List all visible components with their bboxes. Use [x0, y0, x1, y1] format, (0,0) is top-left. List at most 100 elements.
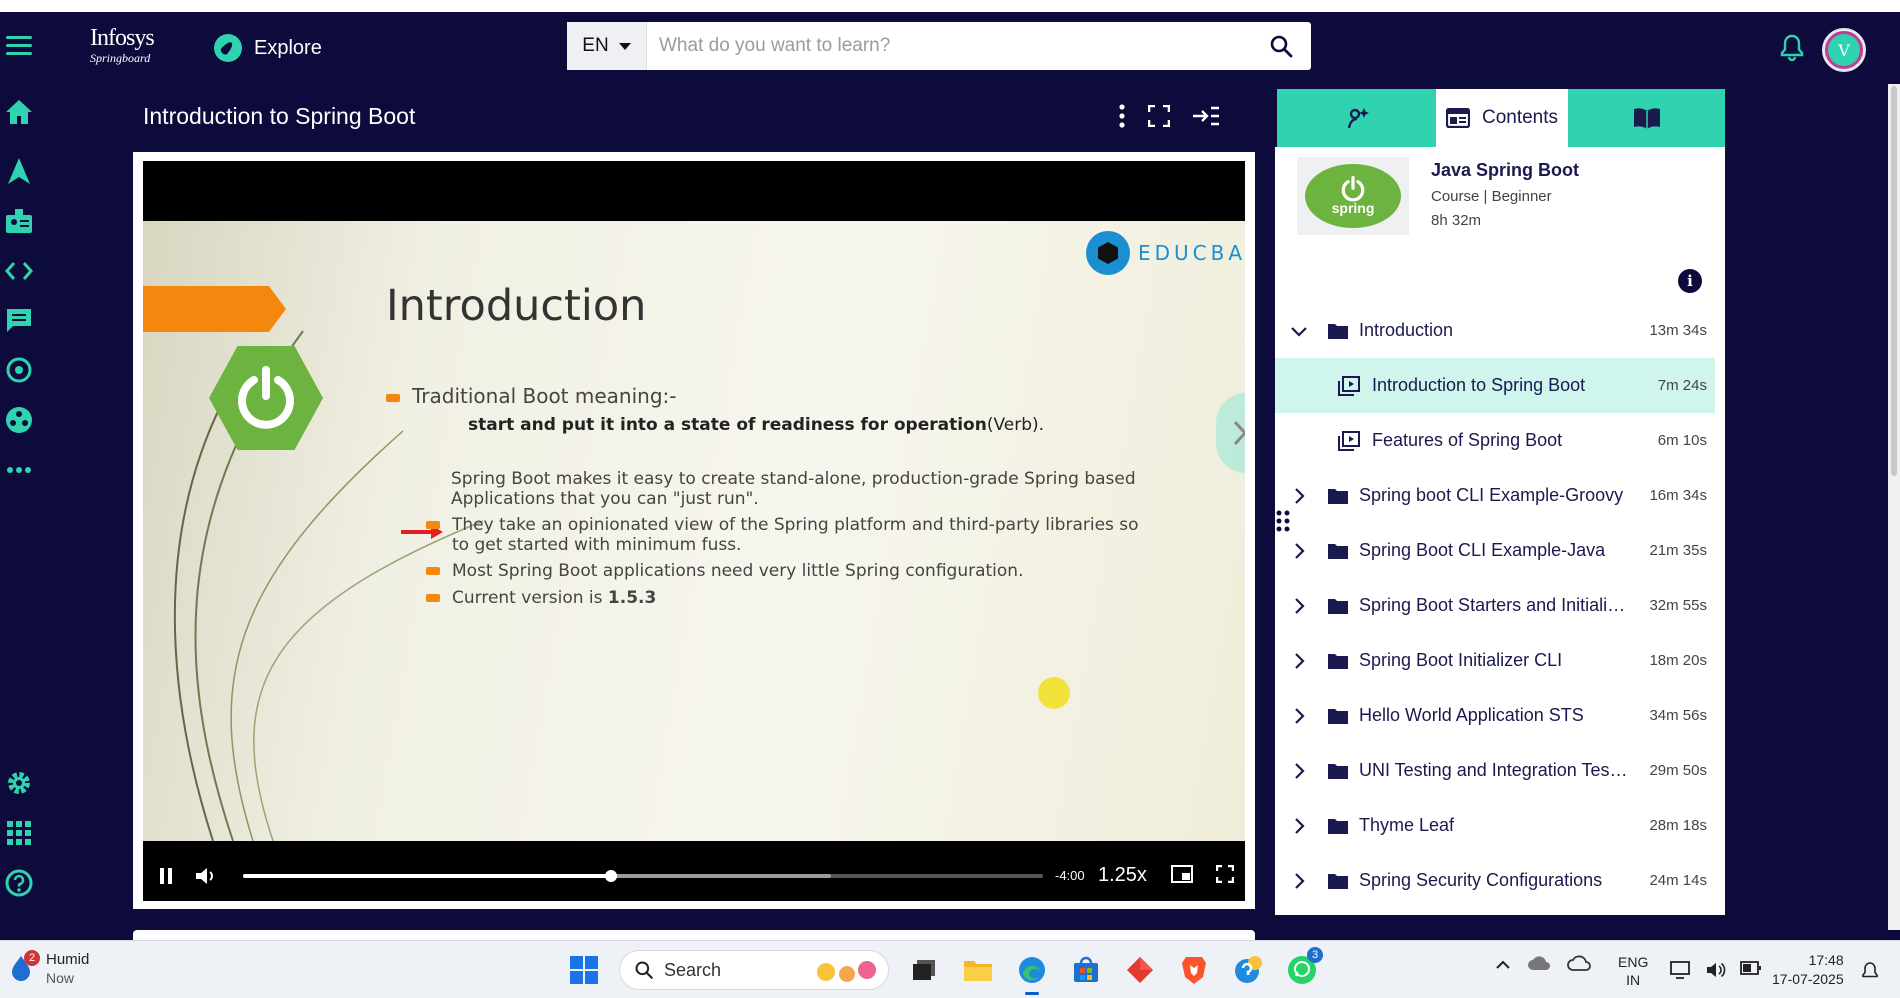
section-item[interactable]: Introduction 13m 34s: [1275, 303, 1715, 358]
tab-ai[interactable]: [1277, 89, 1436, 147]
community-icon[interactable]: [4, 405, 34, 435]
weather-sub: Now: [46, 970, 75, 986]
badge-icon[interactable]: [4, 206, 34, 236]
line2-bold: start and put it into a state of readine…: [468, 415, 987, 435]
section-item[interactable]: Spring Boot Initializer CLI 18m 20s: [1275, 633, 1715, 688]
line4b-text: to get started with minimum fuss.: [452, 535, 742, 555]
title-toolbar: [1118, 104, 1220, 133]
drag-handle-icon[interactable]: [1276, 510, 1290, 537]
section-item[interactable]: Thyme Leaf 28m 18s: [1275, 798, 1715, 853]
tab-notes[interactable]: [1568, 89, 1725, 147]
section-item[interactable]: UNI Testing and Integration Testi... 29m …: [1275, 743, 1715, 798]
chevron-right-icon[interactable]: [1289, 596, 1309, 616]
pause-icon[interactable]: [159, 867, 173, 890]
avatar[interactable]: V: [1822, 28, 1866, 72]
home-icon[interactable]: [4, 97, 34, 127]
windows-start-icon[interactable]: [565, 951, 603, 989]
taskbar-search[interactable]: Search: [619, 950, 889, 990]
language-select[interactable]: EN: [567, 22, 647, 70]
explore-label: Explore: [254, 36, 322, 59]
gear-icon[interactable]: [4, 768, 34, 798]
system-tray: [1495, 955, 1591, 976]
task-view-icon[interactable]: [905, 951, 943, 989]
help-app-icon[interactable]: [1229, 951, 1267, 989]
file-explorer-icon[interactable]: [959, 951, 997, 989]
target-icon[interactable]: [4, 355, 34, 385]
chat-icon[interactable]: [4, 305, 34, 335]
slide-line-4: They take an opinionated view of the Spr…: [426, 515, 1139, 555]
red-diamond-app-icon[interactable]: [1121, 951, 1159, 989]
brave-browser-icon[interactable]: [1175, 951, 1213, 989]
item-label: Features of Spring Boot: [1372, 430, 1563, 450]
video-lesson-icon: [1338, 376, 1360, 396]
spring-logo: spring: [1305, 164, 1401, 228]
seek-handle[interactable]: [605, 870, 617, 882]
chevron-right-icon[interactable]: [1289, 816, 1309, 836]
code-icon[interactable]: [4, 256, 34, 286]
right-panel-tabs: Contents: [1277, 89, 1725, 147]
chevron-right-icon[interactable]: [1289, 541, 1309, 561]
more-icon[interactable]: [4, 455, 34, 485]
slide-line-2: start and put it into a state of readine…: [468, 415, 1044, 435]
clock[interactable]: 17:48 17-07-2025: [1772, 951, 1844, 989]
apps-grid-icon[interactable]: [4, 818, 34, 848]
onedrive-icon[interactable]: [1567, 955, 1591, 976]
scrollbar-thumb[interactable]: [1891, 86, 1897, 476]
video-fullscreen-icon[interactable]: [1215, 864, 1235, 888]
folder-icon: [1328, 654, 1348, 669]
course-title: Java Spring Boot: [1431, 160, 1580, 180]
chevron-right-icon[interactable]: [1289, 651, 1309, 671]
weather-title: Humid: [46, 951, 90, 968]
section-item[interactable]: Spring boot CLI Example-Groovy 16m 34s: [1275, 468, 1715, 523]
search-button[interactable]: [1251, 22, 1311, 70]
input-language[interactable]: ENG IN: [1618, 953, 1648, 989]
content-below-video: [133, 930, 1255, 940]
section-item[interactable]: Spring Boot CLI Example-Java 21m 35s: [1275, 523, 1715, 578]
whatsapp-icon[interactable]: 3: [1283, 947, 1323, 989]
item-label: Spring Boot CLI Example-Java: [1359, 540, 1606, 560]
info-icon[interactable]: i: [1678, 269, 1702, 293]
page-scrollbar[interactable]: [1888, 84, 1900, 930]
navigate-icon[interactable]: [4, 156, 34, 186]
seek-bar[interactable]: [243, 870, 1043, 882]
tray-status-icons[interactable]: [1670, 961, 1762, 984]
volume-icon[interactable]: [195, 866, 217, 891]
video-player[interactable]: Introduction EDUCBA Traditional Boot mea…: [143, 161, 1245, 901]
folder-icon: [1328, 764, 1348, 779]
chevron-right-icon[interactable]: [1289, 761, 1309, 781]
chevron-right-icon[interactable]: [1289, 486, 1309, 506]
clock-time: 17:48: [1808, 952, 1844, 968]
chevron-up-icon[interactable]: [1495, 957, 1511, 975]
chevron-right-icon[interactable]: [1289, 871, 1309, 891]
notifications-button[interactable]: [1780, 34, 1804, 67]
educba-logo: EDUCBA: [1086, 231, 1245, 275]
store-icon[interactable]: [1067, 951, 1105, 989]
help-icon[interactable]: [4, 868, 34, 898]
lesson-item[interactable]: Features of Spring Boot 6m 10s: [1275, 413, 1715, 468]
section-item[interactable]: Spring Boot Starters and Initializ... 32m…: [1275, 578, 1715, 633]
chevron-down-icon[interactable]: [1289, 321, 1309, 341]
collapse-panel-icon[interactable]: [1192, 106, 1220, 131]
educba-badge-icon: [1086, 231, 1130, 275]
tab-contents[interactable]: Contents: [1436, 89, 1568, 147]
explore-link[interactable]: Explore: [214, 34, 322, 62]
chevron-right-icon[interactable]: [1289, 706, 1309, 726]
picture-in-picture-icon[interactable]: [1171, 865, 1193, 888]
kebab-menu-icon[interactable]: [1118, 104, 1126, 133]
lesson-item[interactable]: Introduction to Spring Boot 7m 24s: [1275, 358, 1715, 413]
menu-icon[interactable]: [6, 36, 32, 56]
infosys-springboard-logo[interactable]: Infosys Springboard: [90, 26, 155, 64]
edge-browser-icon[interactable]: [1013, 951, 1051, 995]
weather-widget[interactable]: 2 Humid Now: [10, 949, 90, 986]
fullscreen-icon[interactable]: [1147, 104, 1171, 132]
cloud-upload-icon[interactable]: [1527, 955, 1551, 976]
line3b-text: Applications that you can "just run".: [451, 489, 759, 509]
section-item[interactable]: Spring Security Configurations 24m 14s: [1275, 853, 1715, 908]
search-input[interactable]: [647, 22, 1251, 70]
bell-icon: [1780, 34, 1804, 62]
notification-center-icon[interactable]: [1860, 961, 1880, 986]
item-label: Introduction to Spring Boot: [1372, 375, 1586, 395]
app-header: Infosys Springboard Explore EN V: [0, 12, 1890, 84]
section-item[interactable]: Hello World Application STS 34m 56s: [1275, 688, 1715, 743]
playback-speed[interactable]: 1.25x: [1098, 864, 1147, 887]
